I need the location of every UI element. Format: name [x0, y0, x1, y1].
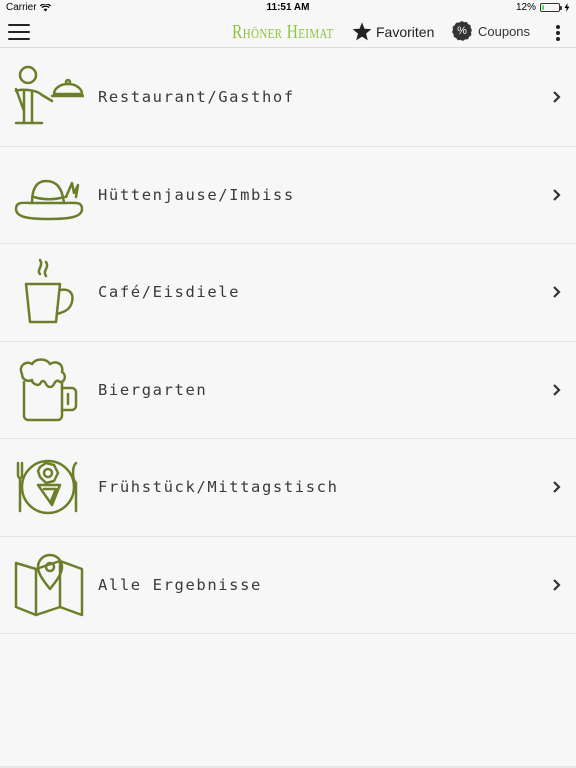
star-icon	[352, 22, 372, 41]
category-label: Frühstück/Mittagstisch	[98, 478, 339, 497]
chevron-right-icon	[553, 578, 561, 591]
chevron-right-icon	[553, 91, 561, 104]
battery-percent: 12%	[515, 2, 536, 13]
category-row-alle[interactable]: Alle Ergebnisse	[0, 536, 576, 634]
category-row-biergarten[interactable]: Biergarten	[0, 341, 576, 439]
chevron-right-icon	[553, 383, 561, 396]
hamburger-line	[8, 31, 30, 33]
menu-button[interactable]	[8, 22, 30, 42]
chevron-right-icon	[553, 286, 561, 299]
category-label: Restaurant/Gasthof	[98, 88, 295, 107]
map-pin-icon	[14, 553, 84, 616]
category-list: Restaurant/Gasthof Hüttenjause/Imbiss Ca…	[0, 49, 576, 634]
favorites-button[interactable]: Favoriten	[352, 22, 434, 41]
beer-mug-icon	[19, 358, 78, 421]
hamburger-line	[8, 38, 30, 40]
coffee-cup-icon	[24, 259, 74, 324]
dot	[556, 37, 560, 41]
nav-bar: Rhöner Heimat Favoriten % Coupons	[0, 16, 576, 48]
dot	[556, 31, 560, 35]
waiter-icon	[14, 66, 84, 125]
status-bar: Carrier 11:51 AM 12%	[0, 0, 576, 16]
favorites-label: Favoriten	[376, 23, 435, 40]
category-row-restaurant[interactable]: Restaurant/Gasthof	[0, 49, 576, 147]
battery-fill	[542, 5, 544, 10]
category-label: Biergarten	[98, 380, 208, 399]
status-battery: 12%	[516, 2, 570, 13]
category-label: Hüttenjause/Imbiss	[98, 185, 295, 204]
coupons-button[interactable]: % Coupons	[452, 21, 530, 41]
category-label: Café/Eisdiele	[98, 283, 241, 302]
charging-icon	[564, 3, 570, 12]
hat-icon	[14, 179, 84, 220]
category-label: Alle Ergebnisse	[98, 575, 262, 594]
status-time: 11:51 AM	[266, 2, 310, 13]
category-row-fruehstueck[interactable]: Frühstück/Mittagstisch	[0, 439, 576, 537]
breakfast-plate-icon	[16, 460, 78, 515]
coupon-badge-icon: %	[452, 21, 472, 41]
chevron-right-icon	[553, 188, 561, 201]
battery-icon	[540, 3, 562, 12]
chevron-right-icon	[553, 481, 561, 494]
more-options-button[interactable]	[556, 25, 560, 41]
dot	[556, 25, 560, 29]
hamburger-line	[8, 24, 30, 26]
category-row-cafe[interactable]: Café/Eisdiele	[0, 244, 576, 342]
brand-logo: Rhöner Heimat	[232, 21, 334, 43]
category-row-huettenjause[interactable]: Hüttenjause/Imbiss	[0, 146, 576, 244]
coupons-label: Coupons	[478, 23, 531, 39]
